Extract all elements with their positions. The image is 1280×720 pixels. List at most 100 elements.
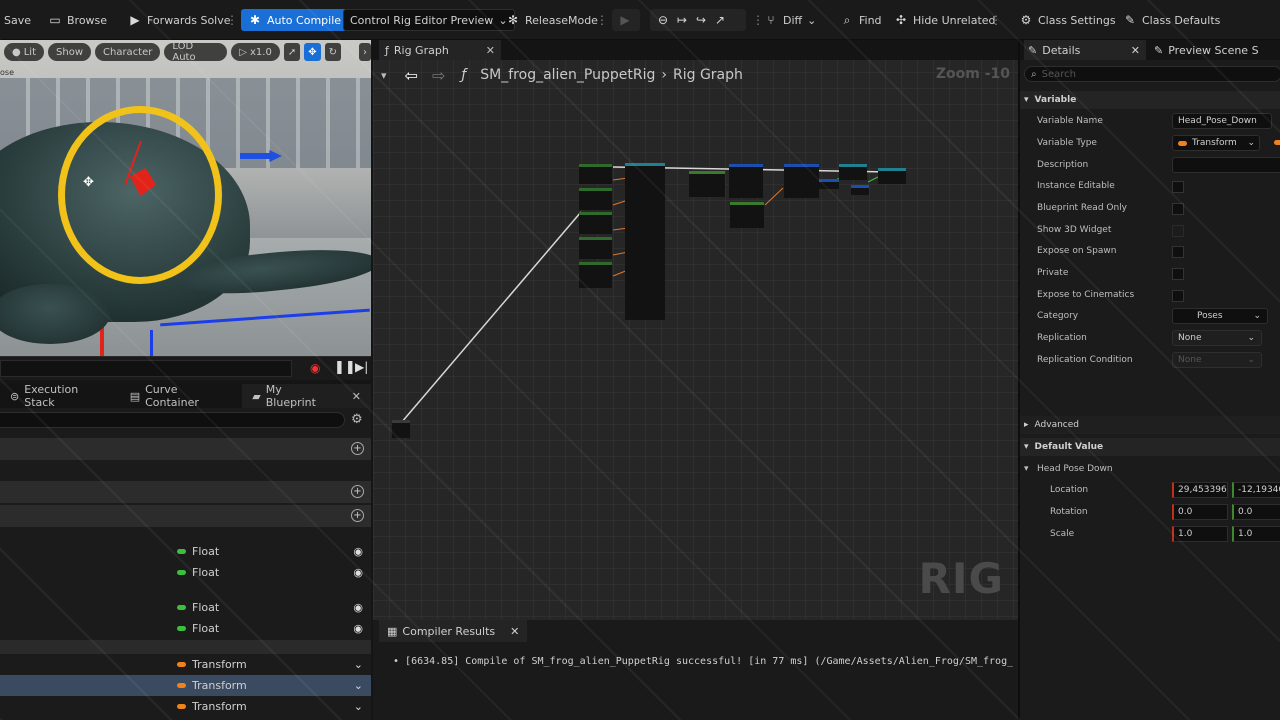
graph-node[interactable]: [878, 168, 906, 184]
graph-node[interactable]: [729, 164, 763, 198]
graph-node[interactable]: [579, 164, 612, 184]
pause-icon[interactable]: ❚❚: [334, 360, 356, 375]
variable-row[interactable]: Transform ⌄: [0, 654, 371, 675]
graph-node[interactable]: [579, 262, 612, 288]
graph-node[interactable]: [579, 188, 612, 210]
close-icon[interactable]: ✕: [1131, 44, 1140, 57]
tab-curve-container[interactable]: ▤ Curve Container: [120, 383, 243, 409]
gear-icon[interactable]: ⚙: [351, 412, 363, 427]
find-button[interactable]: ⌕ Find: [840, 9, 882, 31]
graph-node[interactable]: [819, 179, 839, 189]
preview-dropdown[interactable]: Control Rig Editor Preview ⌄: [343, 9, 515, 31]
lod-button[interactable]: LOD Auto: [164, 41, 228, 63]
section-default-value[interactable]: ▾ Default Value: [1020, 438, 1280, 456]
chevron-down-icon[interactable]: ⌄: [354, 700, 363, 713]
diff-button[interactable]: ⑂ Diff ⌄: [764, 9, 816, 31]
variable-row-selected[interactable]: Transform ⌄: [0, 675, 371, 696]
rotate-tool-button[interactable]: ↻: [324, 43, 341, 61]
variable-name-field[interactable]: Head_Pose_Down: [1172, 113, 1272, 129]
graph-node-large[interactable]: [625, 163, 665, 320]
category-combo[interactable]: Poses ⌄: [1172, 308, 1268, 324]
graph-node-entry[interactable]: [392, 420, 410, 438]
forwards-solve-button[interactable]: ▶ Forwards Solve: [128, 9, 230, 31]
category-row[interactable]: +: [0, 438, 371, 460]
class-settings-button[interactable]: ⚙ Class Settings: [1019, 9, 1116, 31]
eye-icon[interactable]: ◉: [353, 601, 363, 614]
chevron-down-icon[interactable]: ⌄: [354, 658, 363, 671]
browse-button[interactable]: ▭ Browse: [48, 9, 107, 31]
graph-node[interactable]: [839, 164, 867, 180]
category-row[interactable]: +: [0, 481, 371, 503]
record-icon[interactable]: ◉: [310, 361, 320, 375]
variable-row[interactable]: Float ◉: [0, 562, 371, 583]
graph-node[interactable]: [689, 171, 725, 197]
category-row[interactable]: +: [0, 505, 371, 527]
location-y-field[interactable]: -12,193402: [1232, 482, 1280, 498]
close-icon[interactable]: ✕: [352, 390, 361, 403]
select-tool-button[interactable]: ➚: [283, 43, 301, 61]
graph-node[interactable]: [851, 185, 869, 195]
variable-row[interactable]: Float ◉: [0, 618, 371, 639]
variable-row[interactable]: Float ◉: [0, 597, 371, 618]
prop-default-struct[interactable]: ▾ Head Pose Down: [1020, 459, 1280, 480]
graph-node[interactable]: [730, 202, 764, 228]
lit-button[interactable]: ● Lit: [4, 43, 45, 61]
chevron-down-icon[interactable]: ⌄: [354, 679, 363, 692]
eye-icon[interactable]: ◉: [353, 566, 363, 579]
container-type-icon[interactable]: [1274, 140, 1280, 145]
variable-type-dropdown[interactable]: Transform ⌄: [1172, 135, 1260, 151]
expose-to-cinematics-checkbox[interactable]: [1172, 290, 1184, 302]
add-icon[interactable]: +: [351, 442, 364, 455]
debug-step-controls[interactable]: ⊖ ↦ ↪ ↗: [650, 9, 746, 31]
details-search-input[interactable]: ⌕ Search: [1024, 66, 1280, 82]
private-checkbox[interactable]: [1172, 268, 1184, 280]
graph-node[interactable]: [784, 164, 819, 198]
rig-graph-canvas[interactable]: ƒ Rig Graph ✕ ▾ ⇦ ⇨ ƒ SM_frog_alien_Pupp…: [373, 40, 1018, 620]
auto-compile-button[interactable]: ✱ Auto Compile: [241, 9, 349, 31]
add-icon[interactable]: +: [351, 485, 364, 498]
scale-y-field[interactable]: 1.0: [1232, 526, 1280, 542]
preview-viewport[interactable]: ✥ ose ● Lit Show Character LOD Auto ▷ x1…: [0, 40, 371, 356]
left-tabbar: ⊜ Execution Stack ▤ Curve Container ▰ My…: [0, 383, 371, 409]
description-field[interactable]: [1172, 157, 1280, 173]
blueprint-search-input[interactable]: [0, 412, 345, 428]
graph-node[interactable]: [579, 212, 612, 234]
eye-icon[interactable]: ◉: [353, 545, 363, 558]
hide-unrelated-button[interactable]: ✣ Hide Unrelated: [894, 9, 996, 31]
tab-my-blueprint[interactable]: ▰ My Blueprint ✕: [242, 383, 371, 409]
tab-details[interactable]: ✎ Details ✕: [1024, 40, 1146, 60]
category-row[interactable]: [0, 640, 371, 654]
viewport-options-button[interactable]: ›: [359, 43, 371, 61]
blueprint-read-only-checkbox[interactable]: [1172, 203, 1184, 215]
replication-dropdown[interactable]: None ⌄: [1172, 330, 1262, 346]
tab-compiler-results[interactable]: ▦ Compiler Results ✕: [379, 620, 528, 642]
tab-execution-stack[interactable]: ⊜ Execution Stack: [0, 383, 120, 409]
variable-row[interactable]: Float ◉: [0, 541, 371, 562]
section-advanced[interactable]: ▸ Advanced: [1020, 416, 1280, 434]
graph-node[interactable]: [579, 237, 612, 259]
save-button[interactable]: Save: [4, 9, 31, 31]
location-x-field[interactable]: 29,453396: [1172, 482, 1228, 498]
variable-row[interactable]: Transform ⌄: [0, 696, 371, 717]
translate-tool-button[interactable]: ✥: [304, 43, 321, 61]
section-variable[interactable]: ▾ Variable: [1020, 91, 1280, 109]
show-3d-widget-checkbox[interactable]: [1172, 225, 1184, 237]
tab-preview-scene[interactable]: ✎ Preview Scene S: [1154, 40, 1259, 60]
instance-editable-checkbox[interactable]: [1172, 181, 1184, 193]
class-defaults-button[interactable]: ✎ Class Defaults: [1123, 9, 1220, 31]
rotation-x-field[interactable]: 0.0: [1172, 504, 1228, 520]
show-button[interactable]: Show: [48, 43, 91, 61]
timeline-track[interactable]: [0, 360, 292, 377]
simulate-button[interactable]: ▶: [612, 9, 640, 31]
character-button[interactable]: Character: [95, 43, 161, 61]
playback-speed-button[interactable]: ▷ x1.0: [231, 43, 280, 61]
release-mode-button[interactable]: ✻ ReleaseMode: [506, 9, 598, 31]
add-icon[interactable]: +: [351, 509, 364, 522]
replication-condition-dropdown[interactable]: None ⌄: [1172, 352, 1262, 368]
eye-icon[interactable]: ◉: [353, 622, 363, 635]
scale-x-field[interactable]: 1.0: [1172, 526, 1228, 542]
step-forward-icon[interactable]: ▶|: [355, 360, 368, 374]
expose-on-spawn-checkbox[interactable]: [1172, 246, 1184, 258]
rotation-y-field[interactable]: 0.0: [1232, 504, 1280, 520]
close-icon[interactable]: ✕: [510, 625, 519, 638]
